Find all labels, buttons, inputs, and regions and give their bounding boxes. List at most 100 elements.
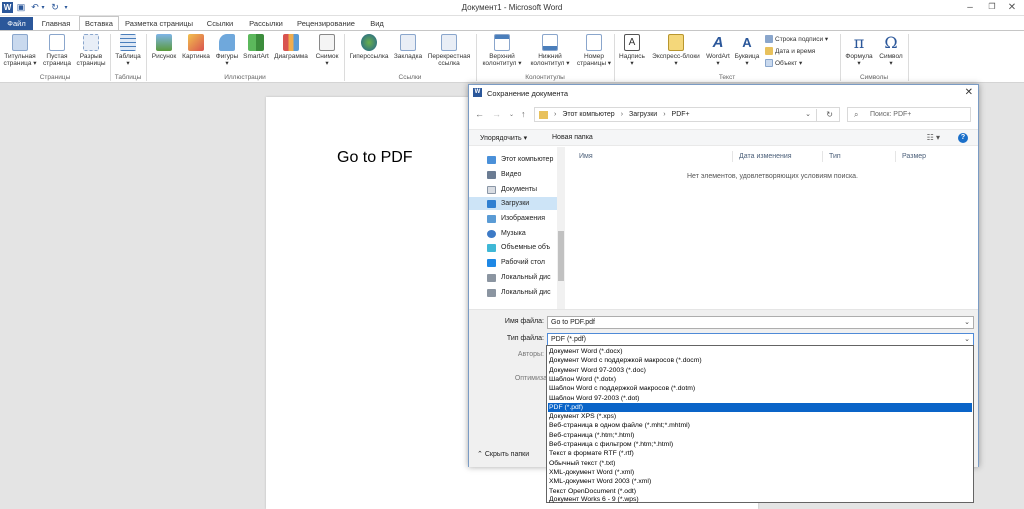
breadcrumb-pdf[interactable]: PDF+ <box>672 111 690 118</box>
nav-item-documents[interactable]: Документы <box>487 183 565 196</box>
equation-button[interactable]: π Формула ▾ <box>842 34 876 67</box>
column-size[interactable]: Размер <box>902 153 926 160</box>
filetype-option[interactable]: XML-документ Word 2003 (*.xml) <box>548 477 972 486</box>
object-button[interactable]: Объект ▾ <box>765 59 802 67</box>
footer-button[interactable]: Нижний колонтитул ▾ <box>526 34 574 67</box>
minimize-icon[interactable]: – <box>960 2 980 13</box>
tab-file[interactable]: Файл <box>0 17 33 30</box>
date-time-button[interactable]: Дата и время <box>765 47 815 55</box>
breadcrumb-this-pc[interactable]: Этот компьютер <box>562 111 614 118</box>
tab-mailings[interactable]: Рассылки <box>244 17 288 30</box>
column-name[interactable]: Имя <box>579 153 593 160</box>
date-time-label: Дата и время <box>775 47 816 55</box>
tab-home[interactable]: Главная <box>36 17 76 30</box>
signature-line-button[interactable]: Строка подписи ▾ <box>765 35 828 43</box>
filetype-option[interactable]: Текст OpenDocument (*.odt) <box>548 487 972 496</box>
forward-arrow-icon[interactable]: → <box>492 109 501 119</box>
omega-icon: Ω <box>884 33 898 52</box>
help-icon[interactable]: ? <box>958 133 968 143</box>
wordart-button[interactable]: A WordArt ▾ <box>704 34 732 67</box>
up-arrow-icon[interactable]: ↑ <box>521 109 526 119</box>
filetype-option[interactable]: Документ Works 6 - 9 (*.wps) <box>548 496 972 503</box>
shapes-button[interactable]: Фигуры ▾ <box>212 34 242 67</box>
back-arrow-icon[interactable]: ← <box>475 109 484 119</box>
filetype-option[interactable]: Документ Word 97-2003 (*.doc) <box>548 366 972 375</box>
filetype-option[interactable]: Документ XPS (*.xps) <box>548 412 972 421</box>
quick-parts-button[interactable]: Экспресс-блоки ▾ <box>648 34 704 67</box>
column-date-modified[interactable]: Дата изменения <box>739 153 792 160</box>
recent-chevron-icon[interactable]: ⌄ <box>509 111 514 118</box>
filetype-option[interactable]: Шаблон Word (*.dotx) <box>548 375 972 384</box>
dialog-close-icon[interactable]: ✕ <box>965 87 973 98</box>
page-number-button[interactable]: Номер страницы ▾ <box>574 34 614 67</box>
column-type[interactable]: Тип <box>829 153 841 160</box>
cover-page-button[interactable]: Титульная страница ▾ <box>0 34 40 67</box>
filetype-option[interactable]: Текст в формате RTF (*.rtf) <box>548 449 972 458</box>
bookmark-button[interactable]: Закладка <box>392 34 424 60</box>
nav-item-local-disk[interactable]: Локальный дис <box>487 271 565 284</box>
filetype-option[interactable]: Веб-страница в одном файле (*.mht;*.mhtm… <box>548 421 972 430</box>
filetype-option-selected[interactable]: PDF (*.pdf) <box>548 402 972 413</box>
signature-line-icon <box>765 35 773 43</box>
scrollbar-thumb[interactable] <box>558 231 564 281</box>
search-placeholder: Поиск: PDF+ <box>870 111 912 118</box>
tab-references[interactable]: Ссылки <box>200 17 240 30</box>
filetype-option[interactable]: XML-документ Word (*.xml) <box>548 468 972 477</box>
date-time-icon <box>765 47 773 55</box>
filetype-option[interactable]: Веб-страница с фильтром (*.htm;*.html) <box>548 440 972 449</box>
chart-button[interactable]: Диаграмма <box>270 34 312 60</box>
header-button[interactable]: Верхний колонтитул ▾ <box>478 34 526 67</box>
chevron-up-icon: ⌃ <box>477 451 483 458</box>
table-button[interactable]: Таблица ▾ <box>112 34 144 67</box>
hide-folders-button[interactable]: ⌃ Скрыть папки <box>477 450 529 458</box>
address-bar[interactable]: › Этот компьютер › Загрузки › PDF+ ⌄ ↻ <box>534 107 840 122</box>
address-dropdown-icon[interactable]: ⌄ <box>805 110 811 118</box>
restore-icon[interactable]: ❐ <box>982 2 1002 11</box>
new-folder-button[interactable]: Новая папка <box>552 134 593 141</box>
picture-button[interactable]: Рисунок <box>148 34 180 60</box>
cross-reference-button[interactable]: Перекрестная ссылка <box>424 34 474 67</box>
chevron-down-icon[interactable]: ⌄ <box>964 318 970 326</box>
filetype-option[interactable]: Шаблон Word 97-2003 (*.dot) <box>548 394 972 403</box>
bookmark-label: Закладка <box>393 53 423 60</box>
view-options-icon[interactable]: ☷ ▾ <box>927 133 940 142</box>
group-pages-label: Страницы <box>39 74 71 81</box>
drop-cap-button[interactable]: A Буквица ▾ <box>732 34 762 67</box>
nav-item-pictures[interactable]: Изображения <box>487 212 565 225</box>
filename-input[interactable]: Go to PDF.pdf ⌄ <box>547 316 974 329</box>
picture-label: Рисунок <box>151 53 177 60</box>
clipart-button[interactable]: Картинка <box>180 34 212 60</box>
nav-pane-scrollbar[interactable] <box>557 147 565 309</box>
tab-view[interactable]: Вид <box>364 17 390 30</box>
document-text[interactable]: Go to PDF <box>337 149 413 167</box>
nav-item-downloads[interactable]: Загрузки <box>469 197 561 210</box>
organize-button[interactable]: Упорядочить ▾ <box>480 134 527 142</box>
text-box-button[interactable]: A Надпись ▾ <box>616 34 648 67</box>
page-break-button[interactable]: Разрыв страницы <box>74 34 108 67</box>
symbol-button[interactable]: Ω Символ ▾ <box>876 34 906 67</box>
search-input[interactable]: ⌕ Поиск: PDF+ <box>847 107 971 122</box>
nav-item-music[interactable]: Музыка <box>487 227 565 240</box>
nav-item-video[interactable]: Видео <box>487 168 565 181</box>
nav-item-desktop[interactable]: Рабочий стол <box>487 256 565 269</box>
filetype-option[interactable]: Документ Word (*.docx) <box>548 347 972 356</box>
hyperlink-button[interactable]: Гиперссылка <box>346 34 392 60</box>
close-window-icon[interactable]: ✕ <box>1002 2 1022 13</box>
filetype-option[interactable]: Обычный текст (*.txt) <box>548 459 972 468</box>
nav-item-this-pc[interactable]: Этот компьютер <box>487 153 565 166</box>
chevron-down-icon[interactable]: ⌄ <box>964 335 970 343</box>
nav-item-3d-objects[interactable]: Объемные объ <box>487 241 565 254</box>
tab-insert[interactable]: Вставка <box>79 16 119 30</box>
breadcrumb-downloads[interactable]: Загрузки <box>629 111 657 118</box>
filetype-option[interactable]: Документ Word с поддержкой макросов (*.d… <box>548 356 972 365</box>
screenshot-button[interactable]: Снимок ▾ <box>312 34 342 67</box>
smartart-button[interactable]: SmartArt <box>242 34 270 60</box>
text-box-label: Надпись ▾ <box>619 53 645 67</box>
tab-page-layout[interactable]: Разметка страницы <box>122 17 196 30</box>
tab-review[interactable]: Рецензирование <box>292 17 360 30</box>
blank-page-button[interactable]: Пустая страница <box>40 34 74 67</box>
filetype-option[interactable]: Шаблон Word с поддержкой макросов (*.dot… <box>548 384 972 393</box>
filetype-option[interactable]: Веб-страница (*.htm;*.html) <box>548 431 972 440</box>
refresh-icon[interactable]: ↻ <box>826 110 833 119</box>
nav-item-local-disk-2[interactable]: Локальный дис <box>487 286 565 299</box>
